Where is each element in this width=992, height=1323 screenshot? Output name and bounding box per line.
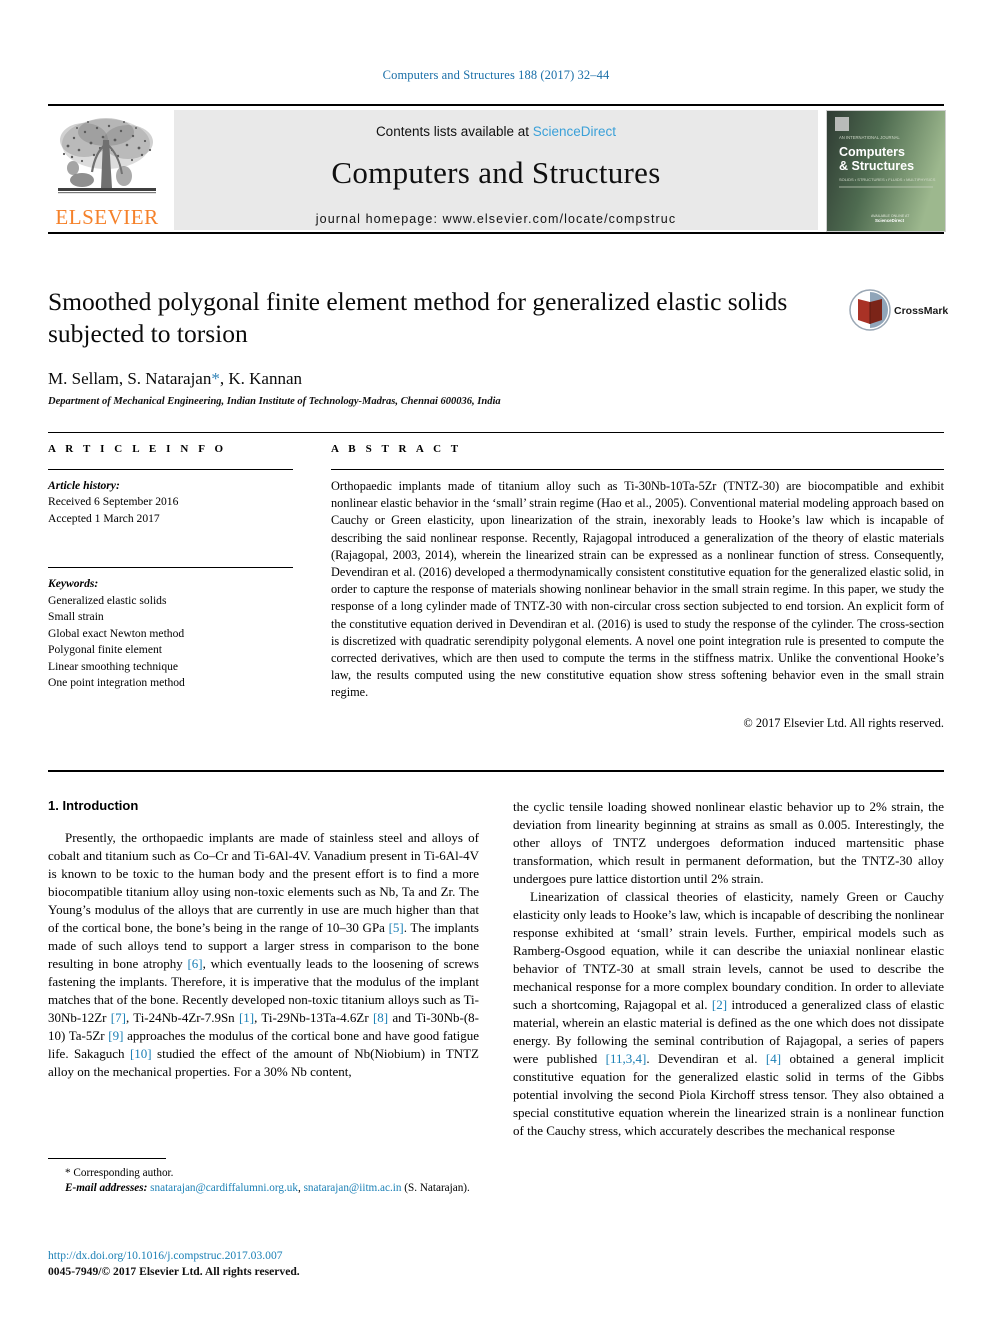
journal-title: Computers and Structures xyxy=(331,155,661,190)
svg-text:ScienceDirect: ScienceDirect xyxy=(875,218,905,223)
author-list: M. Sellam, S. Natarajan*, K. Kannan xyxy=(48,369,944,389)
masthead-top-rule xyxy=(48,104,944,106)
svg-text:SOLIDS • STRUCTURES • FLUIDS •: SOLIDS • STRUCTURES • FLUIDS • MULTIPHYS… xyxy=(839,177,936,182)
citation-ref-7[interactable]: [7] xyxy=(111,1010,126,1025)
corresponding-author-marker: * xyxy=(211,368,220,388)
intro-paragraph-left: Presently, the orthopaedic implants are … xyxy=(48,829,479,1081)
body-columns: 1. Introduction Presently, the orthopaed… xyxy=(48,798,944,1198)
citation-ref-2[interactable]: [2] xyxy=(712,997,727,1012)
authors-pre: M. Sellam, S. Natarajan xyxy=(48,368,212,388)
footer-block: http://dx.doi.org/10.1016/j.compstruc.20… xyxy=(48,1248,479,1279)
citation-ref-6[interactable]: [6] xyxy=(187,956,202,971)
abstract-rule xyxy=(331,469,944,470)
corresponding-author-note: * Corresponding author. xyxy=(48,1166,479,1181)
citation-ref-11-3-4[interactable]: [11,3,4] xyxy=(606,1051,647,1066)
page-title: Smoothed polygonal finite element method… xyxy=(48,287,788,348)
accepted-date: Accepted 1 March 2017 xyxy=(48,511,160,525)
svg-text:AN INTERNATIONAL JOURNAL: AN INTERNATIONAL JOURNAL xyxy=(839,135,900,140)
elsevier-wordmark: ELSEVIER xyxy=(55,205,159,229)
running-head: Computers and Structures 188 (2017) 32–4… xyxy=(382,68,610,82)
citation-ref-4[interactable]: [4] xyxy=(766,1051,781,1066)
corresponding-text: Corresponding author. xyxy=(70,1167,174,1179)
footnote-rule xyxy=(48,1158,166,1159)
citation-ref-5[interactable]: [5] xyxy=(389,920,404,935)
article-info-heading: A R T I C L E I N F O xyxy=(48,443,227,455)
journal-band: Contents lists available at ScienceDirec… xyxy=(174,110,818,230)
text-run: . Devendiran et al. xyxy=(646,1051,766,1066)
title-block: Smoothed polygonal finite element method… xyxy=(48,286,948,407)
body-column-left: 1. Introduction Presently, the orthopaed… xyxy=(48,798,479,1081)
abstract-heading: A B S T R A C T xyxy=(331,443,462,455)
contents-available-line: Contents lists available at ScienceDirec… xyxy=(174,110,818,139)
keyword-item: Generalized elastic solids xyxy=(48,593,167,607)
text-run: Linearization of classical theories of e… xyxy=(513,889,944,1012)
text-run: , Ti-29Nb-13Ta-4.6Zr xyxy=(254,1010,373,1025)
abstract-text: Orthopaedic implants made of titanium al… xyxy=(331,479,944,700)
journal-homepage-line[interactable]: journal homepage: www.elsevier.com/locat… xyxy=(174,212,818,226)
sciencedirect-link[interactable]: ScienceDirect xyxy=(533,124,616,139)
journal-masthead: ELSEVIER Contents lists available at Sci… xyxy=(48,104,946,234)
crossmark-label: CrossMark xyxy=(894,305,949,317)
svg-text:& Structures: & Structures xyxy=(839,159,914,173)
elsevier-logo: ELSEVIER xyxy=(48,110,166,230)
info-bottom-rule xyxy=(48,770,944,772)
article-info-rule xyxy=(48,469,293,470)
email-attribution: (S. Natarajan). xyxy=(404,1182,470,1195)
email-link-2[interactable]: snatarajan@iitm.ac.in xyxy=(304,1182,402,1194)
keyword-item: One point integration method xyxy=(48,676,185,690)
masthead-bottom-rule xyxy=(48,232,944,234)
keywords-label: Keywords: xyxy=(48,577,99,591)
keyword-item: Small strain xyxy=(48,610,104,624)
citation-ref-9[interactable]: [9] xyxy=(108,1028,123,1043)
doi-link[interactable]: http://dx.doi.org/10.1016/j.compstruc.20… xyxy=(48,1248,479,1264)
crossmark-icon xyxy=(849,289,891,331)
issn-copyright-line: 0045-7949/© 2017 Elsevier Ltd. All right… xyxy=(48,1264,300,1278)
received-date: Received 6 September 2016 xyxy=(48,495,179,509)
affiliation: Department of Mechanical Engineering, In… xyxy=(48,395,501,407)
contents-prefix: Contents lists available at xyxy=(375,124,533,139)
email-link-1[interactable]: snatarajan@cardiffalumni.org.uk xyxy=(150,1182,298,1194)
keyword-item: Global exact Newton method xyxy=(48,626,185,640)
intro-paragraph-right-1: the cyclic tensile loading showed nonlin… xyxy=(513,799,944,886)
email-label: E-mail addresses: xyxy=(65,1182,148,1195)
crossmark-badge[interactable]: CrossMark xyxy=(848,288,948,338)
citation-ref-8[interactable]: [8] xyxy=(373,1010,388,1025)
authors-post: , K. Kannan xyxy=(219,368,303,388)
intro-paragraph-right-2: Linearization of classical theories of e… xyxy=(513,888,944,1140)
keyword-item: Polygonal finite element xyxy=(48,643,162,657)
citation-ref-10[interactable]: [10] xyxy=(130,1046,152,1061)
citation-ref-1[interactable]: [1] xyxy=(239,1010,254,1025)
body-column-right: the cyclic tensile loading showed nonlin… xyxy=(513,798,944,1140)
text-run: , Ti-24Nb-4Zr-7.9Sn xyxy=(125,1010,239,1025)
article-info-column: A R T I C L E I N F O Article history: R… xyxy=(48,443,293,692)
keywords-rule xyxy=(48,567,293,569)
journal-cover-thumbnail: AN INTERNATIONAL JOURNAL Computers & Str… xyxy=(826,110,946,232)
svg-text:Computers: Computers xyxy=(839,145,905,159)
section-heading-introduction: 1. Introduction xyxy=(48,798,139,813)
info-top-rule xyxy=(48,432,944,433)
footnote-block: * Corresponding author. E-mail addresses… xyxy=(48,1158,479,1196)
keyword-item: Linear smoothing technique xyxy=(48,659,179,673)
paper-page: Computers and Structures 188 (2017) 32–4… xyxy=(0,0,992,1323)
article-history-label: Article history: xyxy=(48,479,120,492)
abstract-copyright: © 2017 Elsevier Ltd. All rights reserved… xyxy=(743,715,944,730)
keywords-block: Keywords: Generalized elastic solids Sma… xyxy=(48,567,293,691)
elsevier-tree-icon xyxy=(58,118,156,194)
abstract-column: A B S T R A C T Orthopaedic implants mad… xyxy=(331,443,944,731)
journal-cover-image: AN INTERNATIONAL JOURNAL Computers & Str… xyxy=(827,111,945,231)
email-addresses-line: E-mail addresses: snatarajan@cardiffalum… xyxy=(48,1181,479,1196)
